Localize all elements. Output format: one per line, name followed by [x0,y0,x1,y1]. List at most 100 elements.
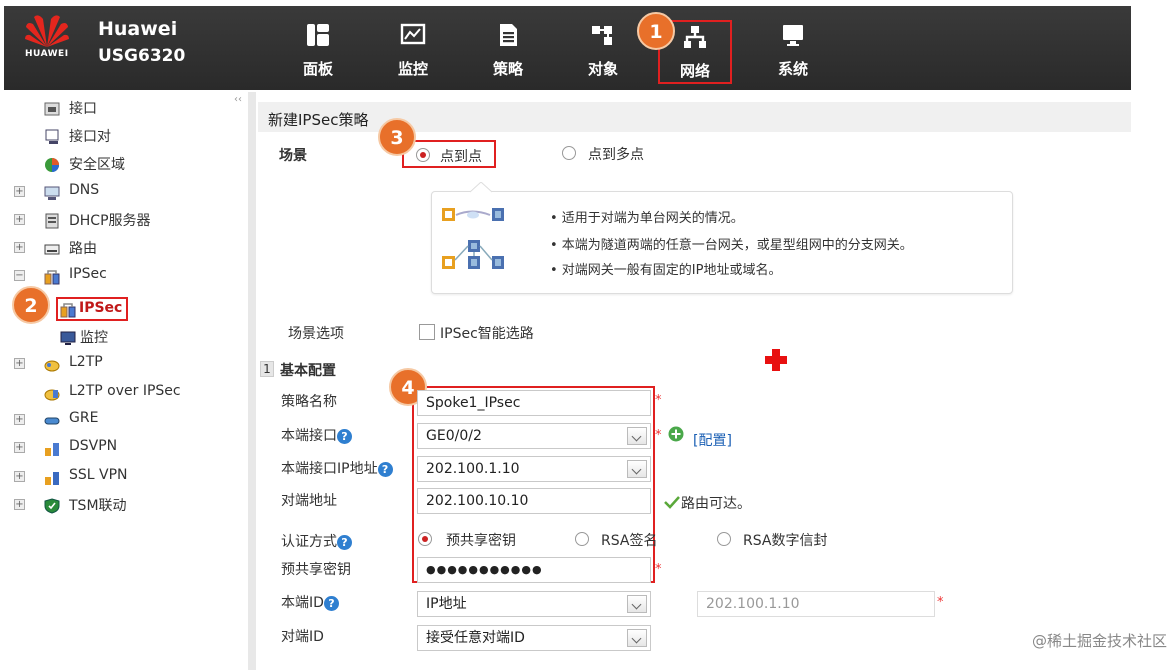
dsvpn-icon [45,443,59,456]
psk-password-input[interactable]: ●●●●●●●●●●● [417,557,651,583]
sidebar-item-interface[interactable]: 接口 [0,98,240,120]
expand-icon[interactable]: + [14,214,25,225]
expand-icon[interactable]: + [14,414,25,425]
smart-routing-checkbox[interactable] [419,324,435,340]
chevron-down-icon[interactable] [627,595,647,613]
nav-label: 对象 [587,60,618,78]
sidebar-item-label: DNS [69,182,100,198]
nav-label: 策略 [492,60,523,78]
scene-p2p-option[interactable]: 点到点 [402,140,496,168]
radio-p2mp[interactable] [562,146,576,160]
sidebar-item-gre[interactable]: + GRE [0,410,240,432]
section-title: 基本配置 [280,363,336,379]
sidebar-item-l2tp-over-ipsec[interactable]: L2TP over IPSec [0,383,240,405]
peer-address-input[interactable]: 202.100.10.10 [417,488,651,514]
sidebar-item-ipsec-monitor[interactable]: 监控 [0,327,240,349]
help-icon[interactable]: ? [337,534,352,550]
chevron-down-icon[interactable] [627,427,647,445]
device-model: USG6320 [98,46,186,66]
sidebar-item-route[interactable]: + 路由 [0,238,240,260]
radio-rsa-sign[interactable] [575,532,589,546]
huawei-logo-icon [25,15,69,47]
label-text: 本端ID [281,595,324,611]
nav-label: 监控 [397,60,428,78]
expand-icon[interactable]: + [14,442,25,453]
sidebar-item-ipsec-group[interactable]: − IPSec [0,266,240,288]
step-badge-2: 2 [12,286,50,324]
interface-icon [44,102,60,116]
expand-icon[interactable]: + [14,186,25,197]
radio-rsa-envelope[interactable] [717,532,731,546]
dashboard-icon [307,24,329,46]
expand-icon[interactable]: + [14,499,25,510]
sidebar-item-security-zone[interactable]: 安全区域 [0,154,240,176]
chevron-down-icon[interactable] [627,460,647,478]
info-bullet: • 对端网关一般有固定的IP地址或域名。 [550,263,782,278]
select-value: IP地址 [426,596,467,612]
select-value: 接受任意对端ID [426,630,525,646]
config-link[interactable]: [配置] [693,430,732,450]
radio-label: 预共享密钥 [446,533,516,549]
watermark: @稀土掘金技术社区 [1031,632,1167,650]
required-mark: * [655,428,662,443]
nav-object[interactable]: 对象 [573,22,633,84]
required-mark: * [655,393,662,408]
radio-psk[interactable] [418,532,432,546]
gre-icon [44,417,60,425]
nav-label: 网络 [679,62,710,80]
sidebar-item-dns[interactable]: + DNS [0,182,240,204]
local-interface-select[interactable]: GE0/0/2 [417,423,651,449]
nav-policy[interactable]: 策略 [478,22,538,84]
expand-icon[interactable]: + [14,471,25,482]
ipsec-icon [60,303,76,318]
local-id-value-input[interactable]: 202.100.1.10 [697,591,935,617]
local-id-select[interactable]: IP地址 [417,591,651,617]
sidebar-item-label: 路由 [69,241,97,257]
auth-method-label: 认证方式? [281,531,352,551]
logo-text: HUAWEI [25,49,69,59]
nav-dashboard[interactable]: 面板 [288,22,348,84]
section-number: 1 [260,361,274,377]
radio-p2p[interactable] [416,148,430,162]
sidebar-item-label: 安全区域 [69,157,125,173]
sidebar-item-ipsec[interactable]: IPSec [56,297,128,321]
infobox-pointer [470,182,492,193]
select-value: GE0/0/2 [426,428,482,444]
dhcp-server-icon [45,213,59,229]
radio-label: 点到点 [440,149,482,165]
expand-icon[interactable]: + [14,358,25,369]
expand-icon[interactable]: + [14,242,25,253]
sidebar-item-label: 监控 [80,330,108,346]
check-icon [664,496,680,509]
sidebar-item-dhcp[interactable]: + DHCP服务器 [0,210,240,232]
nav-label: 面板 [302,60,333,78]
psk-label: 预共享密钥 [281,562,351,578]
sidebar-item-label: 接口 [69,101,97,117]
scene-p2mp-option[interactable]: 点到多点 [562,146,662,166]
route-status: 路由可达。 [681,496,751,512]
sidebar-item-interface-pair[interactable]: 接口对 [0,126,240,148]
nav-system[interactable]: 系统 [763,22,823,84]
nav-monitor[interactable]: 监控 [383,22,443,84]
chevron-down-icon[interactable] [627,629,647,647]
collapse-tree-icon[interactable]: − [14,270,25,281]
label-text: 本端接口 [281,428,337,444]
sidebar-item-label: TSM联动 [69,498,127,514]
brand-name: Huawei [98,18,178,40]
sidebar-splitter[interactable] [248,92,256,670]
help-icon[interactable]: ? [377,461,393,477]
add-circle-icon[interactable] [668,426,684,442]
peer-id-select[interactable]: 接受任意对端ID [417,625,651,651]
security-zone-icon [45,158,59,172]
help-icon[interactable]: ? [337,428,352,444]
local-ip-select[interactable]: 202.100.1.10 [417,456,651,482]
help-icon[interactable]: ? [323,595,339,611]
scene-option-label: 场景选项 [288,326,344,342]
sidebar-item-tsm[interactable]: + TSM联动 [0,495,240,517]
label-text: 本端接口IP地址 [281,461,378,477]
router-icon [44,244,60,255]
policy-name-input[interactable]: Spoke1_IPsec [417,390,651,416]
sidebar-item-ssl-vpn[interactable]: + SSL VPN [0,467,240,489]
sidebar-item-dsvpn[interactable]: + DSVPN [0,438,240,460]
sidebar-item-l2tp[interactable]: + L2TP [0,354,240,376]
